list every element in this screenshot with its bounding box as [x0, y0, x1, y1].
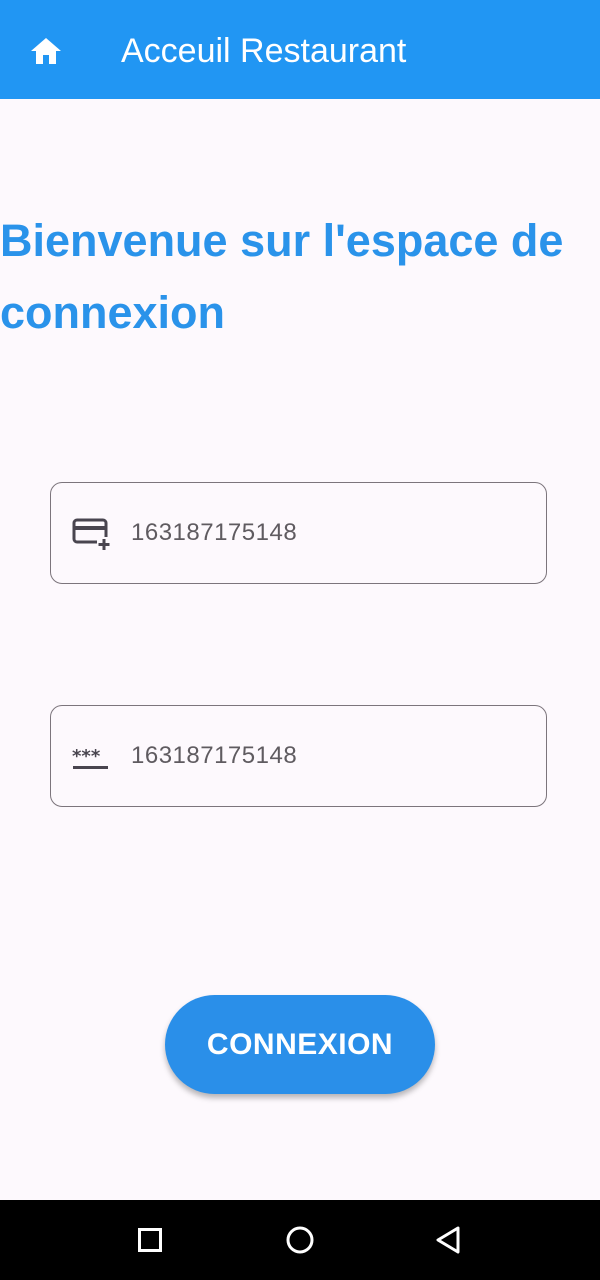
password-value: 163187175148 — [131, 742, 298, 769]
svg-text:***: *** — [72, 746, 101, 767]
recents-button[interactable] — [130, 1220, 170, 1260]
welcome-heading: Bienvenue sur l'espace de connexion — [0, 215, 564, 338]
app-title: Acceuil Restaurant — [121, 32, 407, 70]
system-navigation-bar — [0, 1200, 600, 1280]
password-field[interactable]: *** 163187175148 — [50, 705, 547, 807]
password-icon: *** — [72, 746, 108, 769]
card-number-field[interactable]: 163187175148 — [50, 482, 547, 584]
connexion-button[interactable]: CONNEXION — [165, 995, 435, 1094]
back-button[interactable] — [428, 1220, 468, 1260]
back-triangle-icon — [436, 1226, 460, 1254]
app-bar: Acceuil Restaurant — [0, 0, 600, 99]
recents-square-icon — [138, 1228, 162, 1252]
system-home-button[interactable] — [280, 1220, 320, 1260]
card-number-value: 163187175148 — [131, 519, 298, 546]
home-circle-icon — [286, 1226, 314, 1254]
home-button[interactable] — [22, 27, 70, 75]
credit-card-add-icon — [72, 518, 111, 551]
home-icon — [31, 38, 61, 64]
